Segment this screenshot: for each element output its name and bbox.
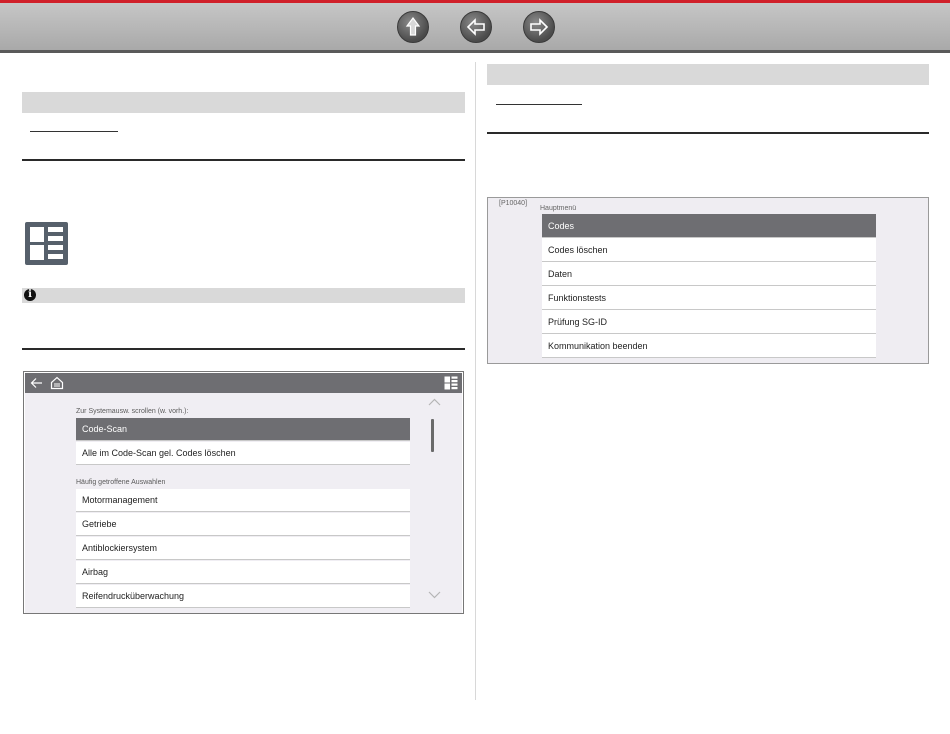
main-menu-caption: Hauptmenü — [540, 205, 577, 212]
left-section-link-underline[interactable] — [30, 131, 118, 132]
list-item-clear-codes[interactable]: Alle im Code-Scan gel. Codes löschen — [76, 442, 410, 465]
back-button[interactable] — [460, 11, 492, 43]
frequent-caption: Häufig getroffene Auswahlen — [76, 479, 166, 486]
up-button[interactable] — [397, 11, 429, 43]
nav-shadow — [0, 50, 950, 53]
left-section-header-bar — [22, 92, 465, 113]
scrollbar-thumb[interactable] — [431, 419, 434, 452]
up-arrow-icon — [405, 17, 421, 36]
menu-item-codes[interactable]: Codes — [542, 214, 876, 238]
back-arrow-icon[interactable] — [30, 377, 43, 389]
left-arrow-icon — [466, 18, 485, 36]
right-section-header-bar — [487, 64, 929, 85]
note-bar: i — [22, 288, 465, 303]
right-section-link-underline[interactable] — [496, 104, 582, 105]
left-section-rule-2 — [22, 348, 465, 350]
menu-item-kommunikation-beenden[interactable]: Kommunikation beenden — [542, 334, 876, 358]
scroll-caption: Zur Systemausw. scrollen (w. vorh.): — [76, 408, 189, 415]
menu-item-daten[interactable]: Daten — [542, 262, 876, 286]
device-screenshot-system-menu: Zur Systemausw. scrollen (w. vorh.): Cod… — [23, 371, 464, 614]
list-item-code-scan[interactable]: Code-Scan — [76, 418, 410, 441]
device-title-bar — [25, 373, 462, 393]
list-item-airbag[interactable]: Airbag — [76, 561, 410, 584]
right-section-rule — [487, 132, 929, 134]
menu-grid-icon[interactable] — [444, 376, 458, 390]
forward-button[interactable] — [523, 11, 555, 43]
home-icon[interactable] — [50, 376, 64, 390]
menu-grid-icon — [25, 222, 68, 265]
device-screenshot-main-menu: [P10040] Hauptmenü Codes Codes löschen D… — [487, 197, 929, 364]
top-nav-bar — [0, 0, 950, 53]
menu-item-pruefung-sg-id[interactable]: Prüfung SG-ID — [542, 310, 876, 334]
device-body: Zur Systemausw. scrollen (w. vorh.): Cod… — [25, 393, 462, 613]
menu-item-funktionstests[interactable]: Funktionstests — [542, 286, 876, 310]
menu-item-codes-loeschen[interactable]: Codes löschen — [542, 238, 876, 262]
left-section-rule — [22, 159, 465, 161]
scroll-down-chevron-icon[interactable] — [428, 591, 441, 599]
list-item-motormanagement[interactable]: Motormanagement — [76, 489, 410, 512]
scroll-up-chevron-icon[interactable] — [428, 398, 441, 406]
list-item-getriebe[interactable]: Getriebe — [76, 513, 410, 536]
list-item-reifendruck[interactable]: Reifendrucküberwachung — [76, 585, 410, 608]
info-icon: i — [24, 289, 36, 301]
column-divider — [475, 62, 476, 700]
list-item-antiblockiersystem[interactable]: Antiblockiersystem — [76, 537, 410, 560]
right-arrow-icon — [530, 18, 549, 36]
figure-id: [P10040] — [499, 200, 528, 207]
